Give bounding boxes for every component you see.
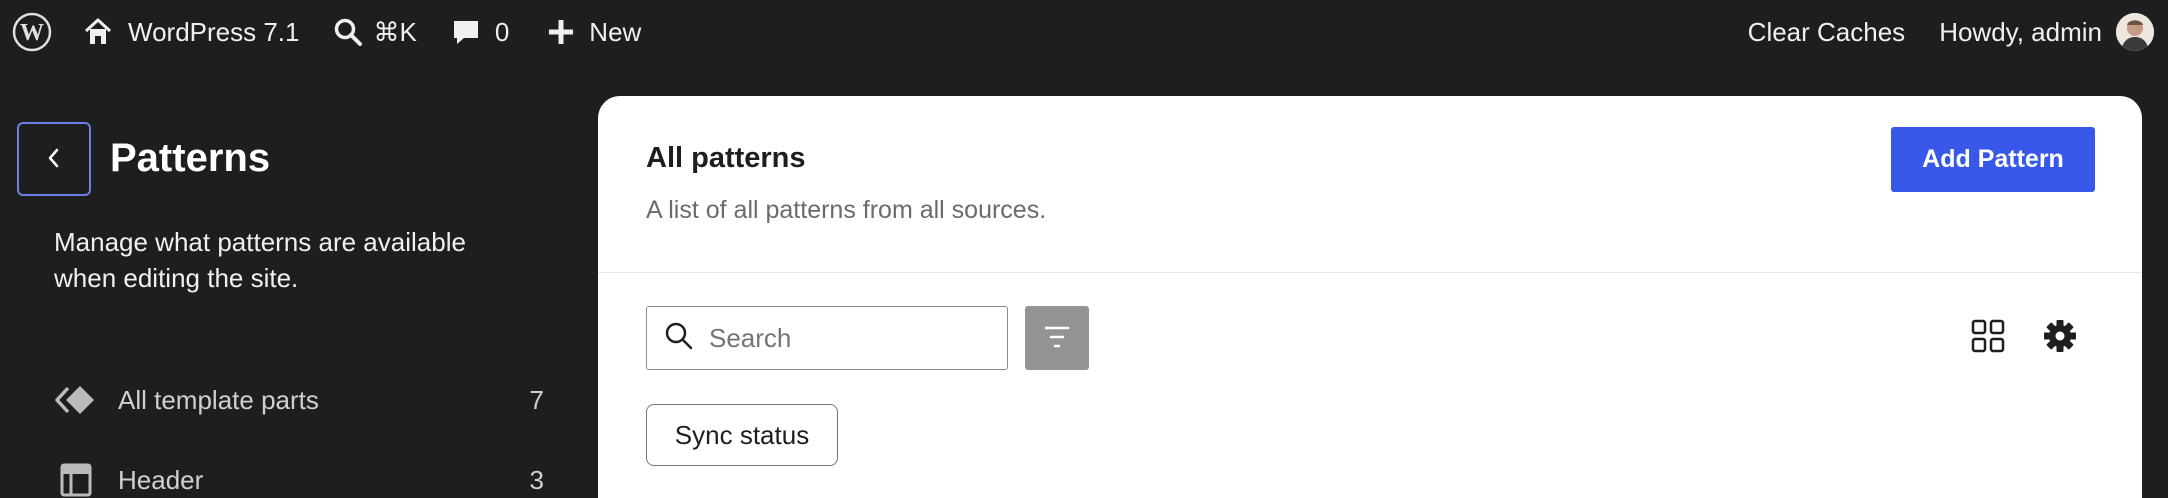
comment-icon xyxy=(451,17,481,47)
search-icon xyxy=(663,320,695,357)
site-name: WordPress 7.1 xyxy=(128,16,300,47)
comments-link[interactable]: 0 xyxy=(451,0,509,64)
sidebar-item-all-template-parts[interactable]: All template parts 7 xyxy=(54,372,544,428)
sidebar-description: Manage what patterns are available when … xyxy=(54,227,466,293)
search-box[interactable] xyxy=(646,306,1008,370)
command-palette-button[interactable]: ⌘K xyxy=(333,0,417,64)
my-account-menu[interactable]: Howdy, admin xyxy=(1939,0,2168,64)
new-content-button[interactable]: New xyxy=(547,0,641,64)
command-shortcut: ⌘K xyxy=(373,16,417,47)
gear-icon xyxy=(2043,319,2077,358)
avatar xyxy=(2116,13,2154,51)
clear-caches-label: Clear Caches xyxy=(1747,16,1906,47)
page-title: All patterns xyxy=(646,142,806,174)
clear-caches-link[interactable]: Clear Caches xyxy=(1748,0,1906,64)
sidebar-title: Patterns xyxy=(110,136,271,180)
sidebar-item-count: 7 xyxy=(529,384,544,415)
grid-icon xyxy=(1971,319,2005,358)
plus-icon xyxy=(547,18,575,46)
back-button[interactable] xyxy=(17,122,91,196)
home-icon xyxy=(82,16,114,48)
admin-bar: W WordPress 7.1 ⌘K 0 New Clear Caches Ho… xyxy=(0,0,2168,64)
header-layout-icon xyxy=(54,463,102,497)
sidebar: Patterns Manage what patterns are availa… xyxy=(0,64,598,498)
sidebar-item-label: Header xyxy=(118,464,204,495)
page-subtitle: A list of all patterns from all sources. xyxy=(646,196,1047,224)
add-pattern-button[interactable]: Add Pattern xyxy=(1891,127,2095,192)
howdy-label: Howdy, admin xyxy=(1939,16,2102,47)
header-divider xyxy=(598,272,2142,273)
new-label: New xyxy=(589,16,642,47)
wordpress-logo-button[interactable]: W xyxy=(12,0,52,64)
search-icon xyxy=(333,17,363,47)
chevron-left-icon xyxy=(42,146,66,173)
sidebar-item-count: 3 xyxy=(529,464,544,495)
view-options-button[interactable] xyxy=(2040,318,2080,358)
sidebar-item-header[interactable]: Header 3 xyxy=(54,452,544,498)
grid-layout-button[interactable] xyxy=(1968,318,2008,358)
comments-count: 0 xyxy=(494,16,510,47)
sync-status-filter-chip[interactable]: Sync status xyxy=(646,404,838,466)
wordpress-logo-icon: W xyxy=(12,12,52,52)
template-parts-icon xyxy=(54,384,102,416)
site-name-link[interactable]: WordPress 7.1 xyxy=(82,0,299,64)
sidebar-item-label: All template parts xyxy=(118,384,319,415)
search-input[interactable] xyxy=(709,322,989,354)
filter-button[interactable] xyxy=(1025,306,1089,370)
svg-text:W: W xyxy=(20,20,44,46)
filter-icon xyxy=(1042,324,1072,353)
patterns-panel: All patterns A list of all patterns from… xyxy=(598,96,2142,498)
